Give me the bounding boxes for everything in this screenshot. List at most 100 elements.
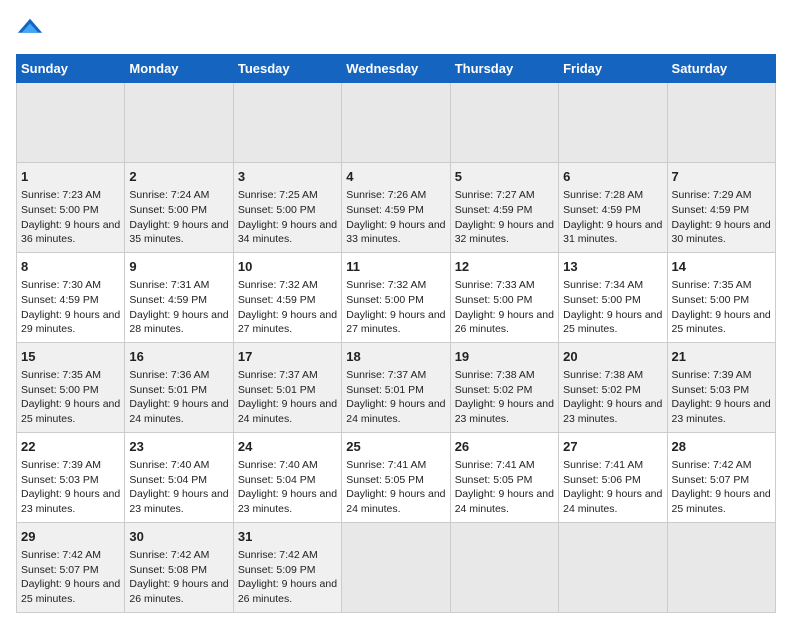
day-number: 30 [129, 528, 228, 546]
calendar-table: SundayMondayTuesdayWednesdayThursdayFrid… [16, 54, 776, 613]
logo-icon [16, 16, 44, 44]
day-cell [667, 83, 775, 163]
day-info: Sunrise: 7:39 AMSunset: 5:03 PMDaylight:… [672, 369, 771, 425]
day-info: Sunrise: 7:42 AMSunset: 5:08 PMDaylight:… [129, 549, 228, 605]
day-cell: 15 Sunrise: 7:35 AMSunset: 5:00 PMDayligh… [17, 342, 125, 432]
day-info: Sunrise: 7:28 AMSunset: 4:59 PMDaylight:… [563, 189, 662, 245]
day-cell: 29Sunrise: 7:42 AMSunset: 5:07 PMDayligh… [17, 522, 125, 612]
day-cell: 16 Sunrise: 7:36 AMSunset: 5:01 PMDayligh… [125, 342, 233, 432]
day-cell: 10Sunrise: 7:32 AMSunset: 4:59 PMDayligh… [233, 252, 341, 342]
week-row-2: 1 Sunrise: 7:23 AMSunset: 5:00 PMDaylight… [17, 163, 776, 253]
day-cell: 21Sunrise: 7:39 AMSunset: 5:03 PMDayligh… [667, 342, 775, 432]
day-cell: 20Sunrise: 7:38 AMSunset: 5:02 PMDayligh… [559, 342, 667, 432]
day-number: 29 [21, 528, 120, 546]
day-cell [559, 83, 667, 163]
day-cell: 6Sunrise: 7:28 AMSunset: 4:59 PMDaylight… [559, 163, 667, 253]
logo [16, 16, 48, 44]
day-info: Sunrise: 7:40 AMSunset: 5:04 PMDaylight:… [129, 459, 228, 515]
day-info: Sunrise: 7:32 AMSunset: 5:00 PMDaylight:… [346, 279, 445, 335]
day-info: Sunrise: 7:35 AMSunset: 5:00 PMDaylight:… [21, 369, 120, 425]
day-cell [667, 522, 775, 612]
day-cell: 25Sunrise: 7:41 AMSunset: 5:05 PMDayligh… [342, 432, 450, 522]
day-cell [125, 83, 233, 163]
day-cell: 12Sunrise: 7:33 AMSunset: 5:00 PMDayligh… [450, 252, 558, 342]
day-info: Sunrise: 7:38 AMSunset: 5:02 PMDaylight:… [455, 369, 554, 425]
day-number: 9 [129, 258, 228, 276]
day-cell [559, 522, 667, 612]
day-number: 27 [563, 438, 662, 456]
day-number: 26 [455, 438, 554, 456]
day-cell [233, 83, 341, 163]
day-info: Sunrise: 7:42 AMSunset: 5:09 PMDaylight:… [238, 549, 337, 605]
day-cell [450, 522, 558, 612]
day-cell: 19 Sunrise: 7:38 AMSunset: 5:02 PMDayligh… [450, 342, 558, 432]
day-cell [342, 83, 450, 163]
day-info: Sunrise: 7:41 AMSunset: 5:05 PMDaylight:… [346, 459, 445, 515]
day-number: 11 [346, 258, 445, 276]
day-cell: 27 Sunrise: 7:41 AMSunset: 5:06 PMDayligh… [559, 432, 667, 522]
week-row-3: 8Sunrise: 7:30 AMSunset: 4:59 PMDaylight… [17, 252, 776, 342]
day-number: 22 [21, 438, 120, 456]
day-cell: 24 Sunrise: 7:40 AMSunset: 5:04 PMDayligh… [233, 432, 341, 522]
day-info: Sunrise: 7:23 AMSunset: 5:00 PMDaylight:… [21, 189, 120, 245]
day-number: 15 [21, 348, 120, 366]
column-header-wednesday: Wednesday [342, 55, 450, 83]
day-info: Sunrise: 7:41 AMSunset: 5:06 PMDaylight:… [563, 459, 662, 515]
day-number: 31 [238, 528, 337, 546]
day-info: Sunrise: 7:42 AMSunset: 5:07 PMDaylight:… [672, 459, 771, 515]
day-info: Sunrise: 7:24 AMSunset: 5:00 PMDaylight:… [129, 189, 228, 245]
day-info: Sunrise: 7:36 AMSunset: 5:01 PMDaylight:… [129, 369, 228, 425]
day-number: 4 [346, 168, 445, 186]
day-cell: 4 Sunrise: 7:26 AMSunset: 4:59 PMDaylight… [342, 163, 450, 253]
day-number: 24 [238, 438, 337, 456]
day-info: Sunrise: 7:33 AMSunset: 5:00 PMDaylight:… [455, 279, 554, 335]
day-cell: 23 Sunrise: 7:40 AMSunset: 5:04 PMDayligh… [125, 432, 233, 522]
day-number: 3 [238, 168, 337, 186]
day-number: 7 [672, 168, 771, 186]
day-number: 23 [129, 438, 228, 456]
day-number: 8 [21, 258, 120, 276]
column-header-saturday: Saturday [667, 55, 775, 83]
day-cell: 17Sunrise: 7:37 AMSunset: 5:01 PMDayligh… [233, 342, 341, 432]
day-cell [450, 83, 558, 163]
day-cell: 5 Sunrise: 7:27 AMSunset: 4:59 PMDaylight… [450, 163, 558, 253]
day-cell: 9 Sunrise: 7:31 AMSunset: 4:59 PMDaylight… [125, 252, 233, 342]
week-row-5: 22 Sunrise: 7:39 AMSunset: 5:03 PMDayligh… [17, 432, 776, 522]
day-cell: 2Sunrise: 7:24 AMSunset: 5:00 PMDaylight… [125, 163, 233, 253]
week-row-1 [17, 83, 776, 163]
day-cell: 3 Sunrise: 7:25 AMSunset: 5:00 PMDaylight… [233, 163, 341, 253]
day-info: Sunrise: 7:32 AMSunset: 4:59 PMDaylight:… [238, 279, 337, 335]
day-number: 19 [455, 348, 554, 366]
day-number: 5 [455, 168, 554, 186]
day-cell: 1 Sunrise: 7:23 AMSunset: 5:00 PMDaylight… [17, 163, 125, 253]
week-row-4: 15 Sunrise: 7:35 AMSunset: 5:00 PMDayligh… [17, 342, 776, 432]
day-number: 14 [672, 258, 771, 276]
day-info: Sunrise: 7:40 AMSunset: 5:04 PMDaylight:… [238, 459, 337, 515]
day-cell: 7 Sunrise: 7:29 AMSunset: 4:59 PMDaylight… [667, 163, 775, 253]
day-cell: 8Sunrise: 7:30 AMSunset: 4:59 PMDaylight… [17, 252, 125, 342]
day-number: 16 [129, 348, 228, 366]
page-header [16, 16, 776, 44]
day-number: 17 [238, 348, 337, 366]
day-info: Sunrise: 7:27 AMSunset: 4:59 PMDaylight:… [455, 189, 554, 245]
day-info: Sunrise: 7:31 AMSunset: 4:59 PMDaylight:… [129, 279, 228, 335]
day-info: Sunrise: 7:25 AMSunset: 5:00 PMDaylight:… [238, 189, 337, 245]
day-number: 1 [21, 168, 120, 186]
day-info: Sunrise: 7:35 AMSunset: 5:00 PMDaylight:… [672, 279, 771, 335]
day-cell: 31 Sunrise: 7:42 AMSunset: 5:09 PMDayligh… [233, 522, 341, 612]
day-info: Sunrise: 7:41 AMSunset: 5:05 PMDaylight:… [455, 459, 554, 515]
column-header-tuesday: Tuesday [233, 55, 341, 83]
day-info: Sunrise: 7:29 AMSunset: 4:59 PMDaylight:… [672, 189, 771, 245]
column-header-monday: Monday [125, 55, 233, 83]
day-cell: 11 Sunrise: 7:32 AMSunset: 5:00 PMDayligh… [342, 252, 450, 342]
day-info: Sunrise: 7:34 AMSunset: 5:00 PMDaylight:… [563, 279, 662, 335]
day-info: Sunrise: 7:26 AMSunset: 4:59 PMDaylight:… [346, 189, 445, 245]
day-info: Sunrise: 7:37 AMSunset: 5:01 PMDaylight:… [346, 369, 445, 425]
day-info: Sunrise: 7:39 AMSunset: 5:03 PMDaylight:… [21, 459, 120, 515]
day-cell: 18 Sunrise: 7:37 AMSunset: 5:01 PMDayligh… [342, 342, 450, 432]
day-number: 28 [672, 438, 771, 456]
day-number: 18 [346, 348, 445, 366]
day-cell: 14 Sunrise: 7:35 AMSunset: 5:00 PMDayligh… [667, 252, 775, 342]
day-cell [342, 522, 450, 612]
column-header-sunday: Sunday [17, 55, 125, 83]
